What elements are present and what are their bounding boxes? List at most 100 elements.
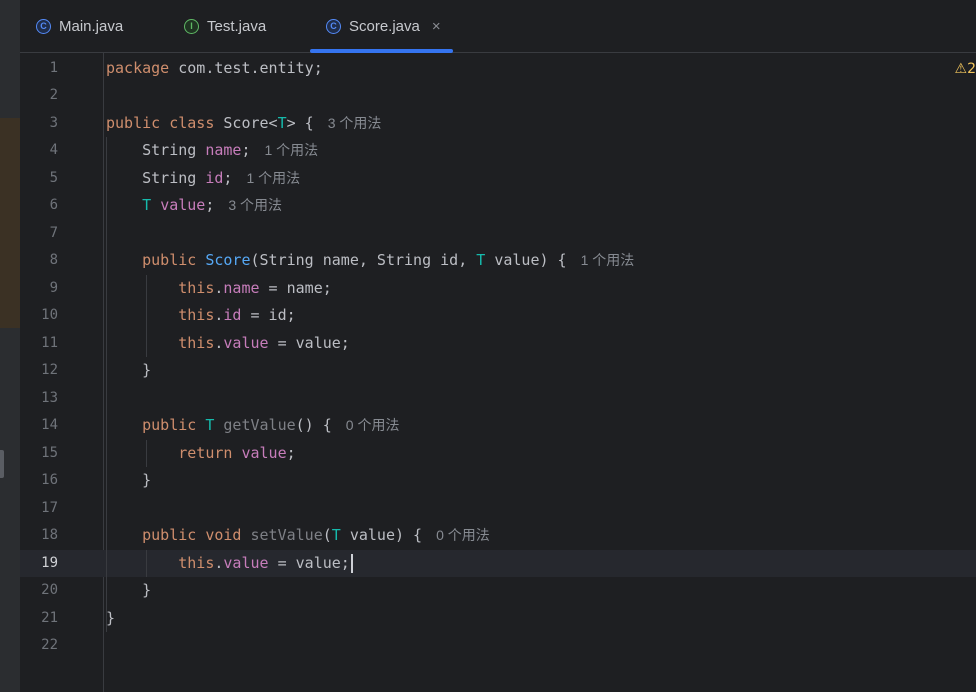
code-line[interactable]: 1 package com.test.entity; [20, 55, 976, 83]
code-token: T [106, 196, 161, 214]
code-token: public [106, 251, 206, 269]
code-token: ; [286, 443, 296, 462]
code-line[interactable]: 2 [20, 82, 976, 110]
line-number: 7 [49, 224, 58, 241]
line-number: 14 [41, 417, 58, 433]
line-number: 12 [41, 362, 58, 378]
code-line[interactable]: 14 public T getValue() {0 个用法 [20, 412, 976, 440]
code-token: (String name, String id, [250, 251, 477, 269]
code-text[interactable]: public T getValue() {0 个用法 [106, 412, 399, 440]
code-token: public [106, 416, 206, 434]
line-number: 22 [41, 637, 58, 653]
usage-hint[interactable]: 1 个用法 [265, 142, 319, 158]
code-token: this [106, 306, 215, 324]
code-token: = value; [268, 333, 350, 352]
line-number: 17 [41, 499, 58, 516]
line-number: 20 [41, 582, 58, 598]
class-icon: C [36, 18, 51, 34]
code-line[interactable]: 10 this.id = id; [20, 302, 976, 330]
code-text[interactable]: return value; [106, 440, 296, 468]
code-line[interactable]: 5 String id; 1 个用法 [20, 165, 976, 193]
interface-icon: I [184, 18, 199, 34]
code-token: Score< [223, 113, 278, 132]
line-number: 6 [49, 197, 58, 213]
code-token: ; [241, 141, 251, 159]
close-icon[interactable]: × [432, 18, 441, 35]
code-line[interactable]: 13 [20, 385, 976, 413]
code-text[interactable]: package com.test.entity; [106, 55, 323, 83]
code-token: setValue [250, 526, 323, 544]
code-token: name [205, 141, 242, 159]
code-text[interactable]: } [106, 357, 151, 385]
code-text[interactable]: } [106, 467, 151, 495]
code-line[interactable]: 8 public Score(String name, String id, T… [20, 247, 976, 275]
code-token: value) { [340, 526, 423, 544]
code-editor[interactable]: 1 package com.test.entity; 2 3 public class … [20, 53, 976, 692]
tab-label: Main.java [59, 17, 124, 35]
code-line[interactable]: 18 public void setValue(T value) {0 个用法 [20, 522, 976, 550]
code-line[interactable]: 20 } [20, 577, 976, 605]
code-text[interactable]: public Score(String name, String id, T v… [106, 247, 634, 275]
code-token: public class [106, 113, 224, 132]
code-text[interactable]: this.value = value; [106, 550, 353, 578]
code-token: package [106, 58, 179, 77]
code-token: return [106, 443, 242, 462]
tab-test-java[interactable]: I Test.java [184, 0, 266, 52]
code-line[interactable]: 9 this.name = name; [20, 275, 976, 303]
code-line[interactable]: 21} [20, 605, 976, 633]
code-line[interactable]: 15 return value; [20, 440, 976, 468]
code-text[interactable]: this.id = id; [106, 302, 296, 330]
warning-count: 2 [967, 61, 976, 77]
code-line[interactable]: 16 } [20, 467, 976, 495]
code-line[interactable]: 4 String name; 1 个用法 [20, 137, 976, 165]
line-number: 3 [49, 114, 58, 131]
code-token: id [223, 306, 242, 324]
code-line[interactable]: 11 this.value = value; [20, 330, 976, 358]
indent-guide [146, 549, 147, 577]
line-number: 16 [41, 472, 58, 488]
usage-hint[interactable]: 1 个用法 [246, 170, 300, 186]
usage-hint[interactable]: 3 个用法 [328, 115, 382, 131]
code-line[interactable]: 3 public class Score<T> {3 个用法 [20, 110, 976, 138]
code-line[interactable]: 6 T value; 3 个用法 [20, 192, 976, 220]
usage-hint[interactable]: 1 个用法 [581, 252, 635, 268]
code-line[interactable]: 7 [20, 220, 976, 248]
code-text[interactable]: T value; 3 个用法 [106, 192, 282, 220]
code-line[interactable]: 19 this.value = value; [20, 549, 976, 578]
code-line[interactable]: 17 [20, 495, 976, 523]
code-token: value) { [485, 251, 567, 269]
code-text[interactable]: } [106, 605, 115, 633]
code-token: T [331, 526, 341, 544]
code-token: com.test.entity; [178, 58, 323, 77]
code-text[interactable]: String id; 1 个用法 [106, 165, 300, 193]
code-token: ; [223, 168, 233, 187]
code-text[interactable]: this.value = value; [106, 330, 350, 358]
tab-main-java[interactable]: C Main.java [36, 0, 123, 52]
usage-hint[interactable]: 0 个用法 [346, 417, 400, 433]
code-token: value [160, 196, 206, 214]
code-line[interactable]: 22 [20, 632, 976, 660]
code-token: = id; [241, 306, 296, 324]
usage-hint[interactable]: 0 个用法 [436, 527, 490, 543]
code-line[interactable]: 12 } [20, 357, 976, 385]
warning-indicator[interactable]: ⚠2 [955, 61, 976, 77]
scroll-handle[interactable] [0, 450, 4, 478]
class-icon: C [326, 18, 341, 34]
code-token: = value; [268, 553, 350, 572]
code-text[interactable]: } [106, 577, 151, 605]
line-number: 19 [41, 554, 58, 571]
code-token: T [277, 113, 287, 132]
code-text[interactable]: String name; 1 个用法 [106, 137, 318, 165]
code-text[interactable]: public class Score<T> {3 个用法 [106, 110, 381, 138]
code-token: this [106, 553, 215, 572]
code-token: value [223, 333, 269, 352]
code-token: () { [295, 416, 332, 434]
usage-hint[interactable]: 3 个用法 [228, 197, 282, 213]
line-number: 11 [41, 334, 58, 351]
tab-label: Test.java [207, 17, 267, 35]
line-number: 21 [41, 609, 58, 626]
line-number: 2 [49, 87, 58, 103]
code-text[interactable]: this.name = name; [106, 275, 332, 303]
code-text[interactable]: public void setValue(T value) {0 个用法 [106, 522, 490, 550]
tab-score-java[interactable]: C Score.java × [310, 0, 453, 53]
